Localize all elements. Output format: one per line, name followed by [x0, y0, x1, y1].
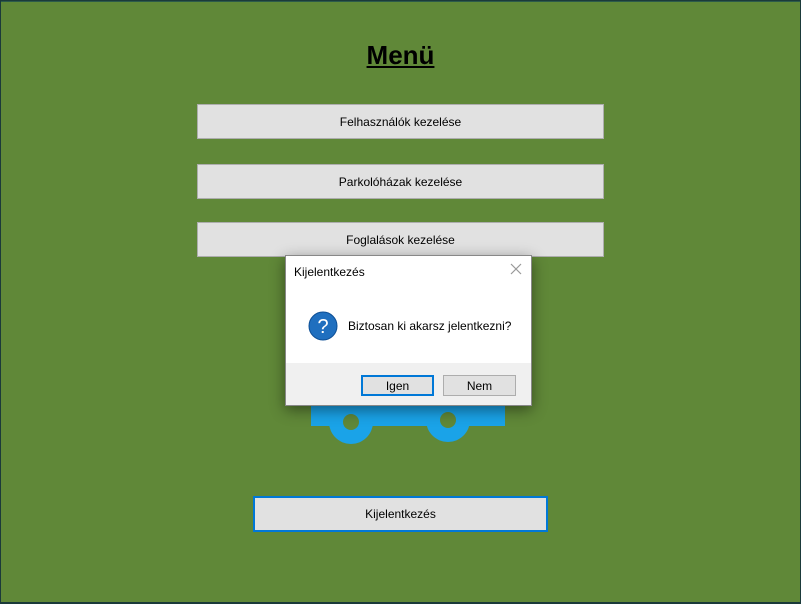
- dialog-message: Biztosan ki akarsz jelentkezni?: [348, 319, 512, 333]
- svg-text:?: ?: [317, 316, 328, 338]
- manage-bookings-button[interactable]: Foglalások kezelése: [197, 222, 604, 257]
- no-button[interactable]: Nem: [443, 375, 516, 396]
- logout-button[interactable]: Kijelentkezés: [253, 496, 548, 532]
- dialog-footer: Igen Nem: [286, 363, 531, 405]
- yes-button[interactable]: Igen: [361, 375, 434, 396]
- page-title: Menü: [366, 40, 435, 70]
- dialog-title: Kijelentkezés: [294, 265, 365, 279]
- manage-garages-button[interactable]: Parkolóházak kezelése: [197, 164, 604, 199]
- logout-confirm-dialog: Kijelentkezés ? Biztosan ki akarsz jelen…: [285, 255, 532, 406]
- manage-users-button[interactable]: Felhasználók kezelése: [197, 104, 604, 139]
- question-icon: ?: [308, 311, 338, 341]
- main-window: Menü Felhasználók kezelése Parkolóházak …: [1, 1, 800, 602]
- close-icon[interactable]: [509, 262, 523, 276]
